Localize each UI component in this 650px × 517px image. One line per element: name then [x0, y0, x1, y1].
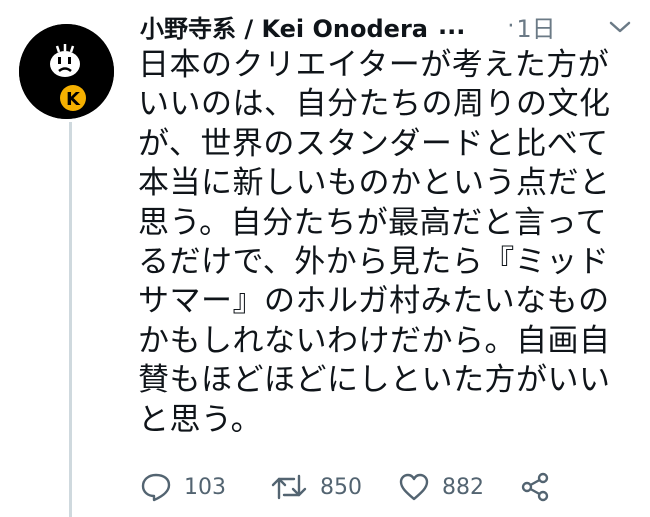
tweet-text-line: るだけで、外から見たら『ミッド [138, 244, 610, 281]
more-menu-button[interactable] [600, 14, 640, 40]
tweet-text: 日本のクリエイターが考えた方が いいのは、自分たちの周りの文化 が、世界のスタン… [138, 46, 643, 440]
tweet-text-line: が、世界のスタンダードと比べて [138, 125, 609, 162]
tweet-header: 小野寺系 / Kei Onodera ... · 1日 [140, 8, 650, 44]
retweet-count: 850 [320, 474, 362, 500]
thread-line [69, 122, 72, 517]
tweet-text-line: 本当に新しいものかという点だと [138, 165, 611, 202]
svg-text:K: K [66, 89, 81, 110]
share-icon [521, 472, 549, 502]
retweet-icon [271, 474, 307, 500]
tweet-text-line: 思う。自分たちが最高だと言って [138, 204, 608, 241]
heart-icon [399, 473, 429, 501]
like-button[interactable]: 882 [398, 467, 484, 507]
reply-button[interactable]: 103 [140, 467, 226, 507]
name-truncation: ... [437, 12, 466, 40]
avatar[interactable]: K [19, 24, 114, 119]
tweet-text-line: いいのは、自分たちの周りの文化 [138, 86, 611, 123]
tweet-text-line: 賛もほどほどにしといた方がいい [138, 362, 611, 399]
retweet-button[interactable]: 850 [270, 467, 362, 507]
tweet-actions: 103 850 882 [140, 467, 620, 507]
tweet-text-line: サマー』のホルガ村みたいなもの [138, 283, 610, 320]
tweet-text-line: 日本のクリエイターが考えた方が [138, 47, 610, 83]
share-button[interactable] [520, 467, 550, 507]
reply-icon [141, 473, 171, 502]
tweet-text-line: かもしれないわけだから。自画自 [138, 322, 611, 359]
separator-dot: · [507, 13, 515, 39]
chevron-down-icon [609, 21, 631, 33]
like-count: 882 [442, 474, 484, 500]
author-name[interactable]: 小野寺系 / Kei Onodera [140, 9, 428, 44]
timestamp[interactable]: 1日 [516, 9, 555, 44]
reply-count: 103 [184, 474, 226, 500]
k-mascot-avatar: K [19, 24, 114, 119]
tweet-text-line: と思う。 [138, 401, 263, 438]
